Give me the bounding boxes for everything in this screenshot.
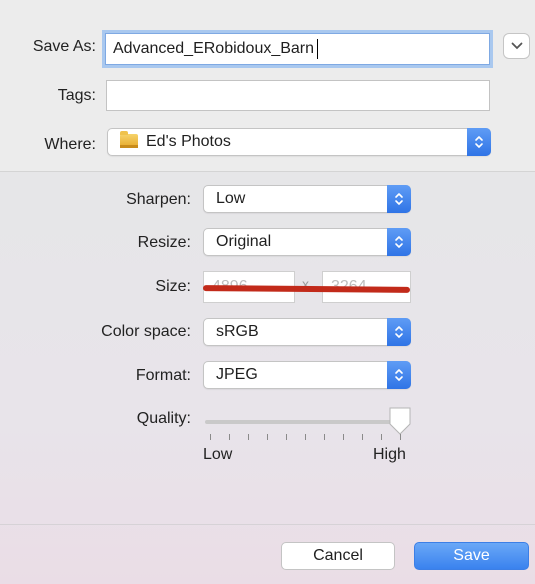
format-value: JPEG <box>216 366 258 383</box>
quality-max-label: High <box>373 446 406 463</box>
color-space-stepper <box>387 318 411 346</box>
format-popup[interactable]: JPEG <box>203 361 411 389</box>
divider <box>0 524 535 525</box>
where-stepper <box>467 128 491 156</box>
up-down-chevrons-icon <box>395 326 403 338</box>
save-as-label: Save As: <box>32 38 96 55</box>
resize-value: Original <box>216 233 272 250</box>
quality-tick <box>305 434 306 440</box>
up-down-chevrons-icon <box>395 369 403 381</box>
filename-text: Advanced_ERobidoux_Barn <box>113 40 315 57</box>
up-down-chevrons-icon <box>475 136 483 148</box>
expand-dialog-button[interactable] <box>503 33 530 59</box>
filename-field[interactable]: Advanced_ERobidoux_Barn <box>105 33 490 65</box>
resize-popup[interactable]: Original <box>203 228 411 256</box>
sharpen-value: Low <box>216 190 246 207</box>
quality-slider-thumb[interactable] <box>388 406 412 436</box>
quality-slider-track[interactable] <box>205 420 410 424</box>
where-popup[interactable]: Ed's Photos <box>107 128 491 156</box>
quality-min-label: Low <box>203 446 233 463</box>
sharpen-label: Sharpen: <box>126 191 191 208</box>
tags-label: Tags: <box>57 87 96 104</box>
quality-tick <box>381 434 382 440</box>
quality-tick <box>267 434 268 440</box>
color-space-popup[interactable]: sRGB <box>203 318 411 346</box>
text-caret <box>317 38 319 59</box>
cancel-button[interactable]: Cancel <box>281 542 395 570</box>
color-space-value: sRGB <box>216 323 259 340</box>
save-button[interactable]: Save <box>414 542 529 570</box>
quality-tick <box>324 434 325 440</box>
color-space-label: Color space: <box>101 323 191 340</box>
where-value: Ed's Photos <box>146 133 231 150</box>
quality-tick <box>248 434 249 440</box>
format-label: Format: <box>135 367 191 384</box>
up-down-chevrons-icon <box>395 193 403 205</box>
size-label: Size: <box>155 278 191 295</box>
resize-label: Resize: <box>137 234 191 251</box>
sharpen-stepper <box>387 185 411 213</box>
where-label: Where: <box>44 136 96 153</box>
quality-tick <box>362 434 363 440</box>
quality-tick <box>400 434 401 440</box>
tags-field[interactable] <box>106 80 490 111</box>
chevron-down-icon <box>511 42 522 50</box>
format-stepper <box>387 361 411 389</box>
quality-tick <box>210 434 211 440</box>
folder-icon <box>120 131 138 148</box>
quality-tick <box>343 434 344 440</box>
sharpen-popup[interactable]: Low <box>203 185 411 213</box>
resize-stepper <box>387 228 411 256</box>
quality-tick <box>229 434 230 440</box>
quality-label: Quality: <box>136 410 191 427</box>
quality-tick <box>286 434 287 440</box>
up-down-chevrons-icon <box>395 236 403 248</box>
